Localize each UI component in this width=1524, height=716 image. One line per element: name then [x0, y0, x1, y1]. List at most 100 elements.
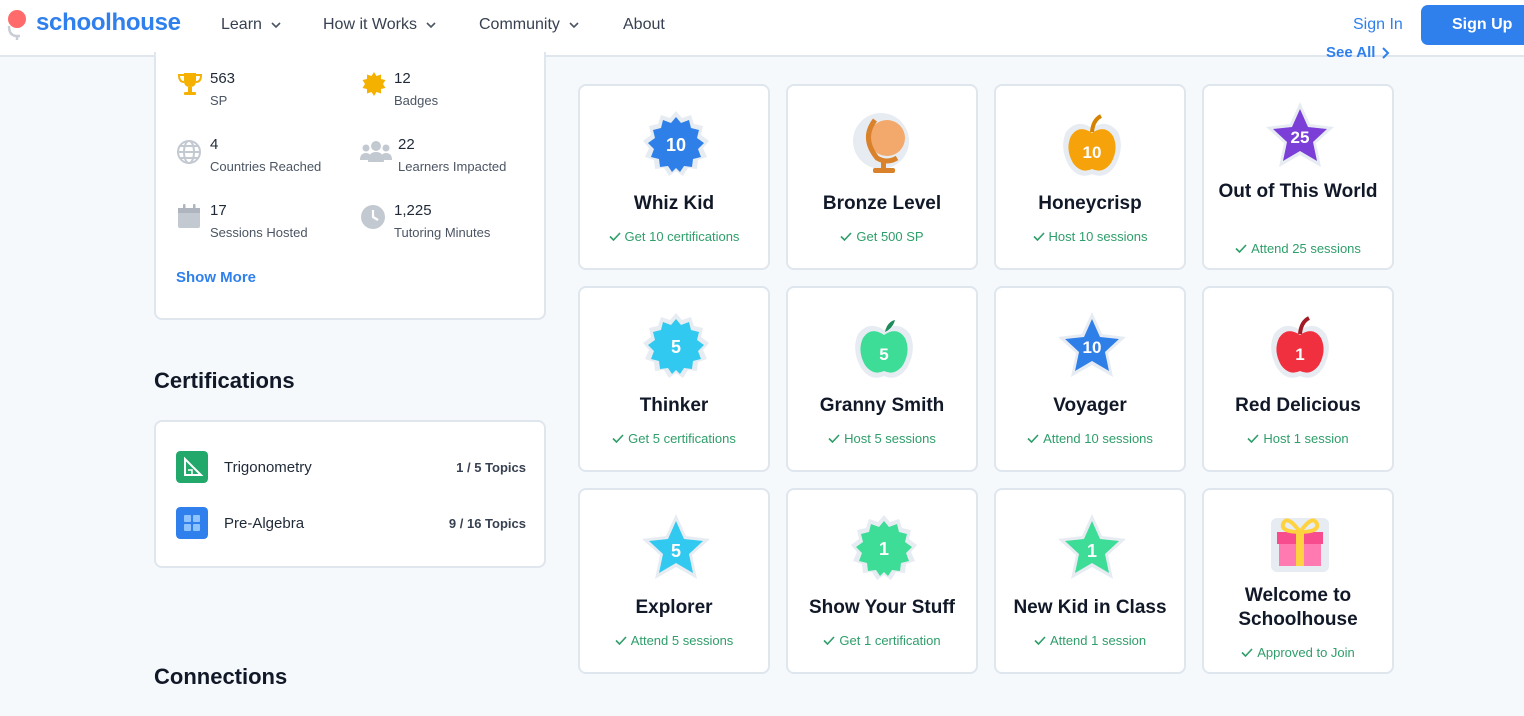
badge-requirement: Host 5 sessions: [788, 431, 976, 446]
badge-number: 1: [879, 539, 889, 559]
badge-requirement-text: Approved to Join: [1257, 645, 1355, 660]
chevron-down-icon: [569, 22, 579, 29]
badge-red-delicious[interactable]: 1 Red Delicious Host 1 session: [1202, 286, 1394, 472]
people-icon: [360, 141, 392, 162]
badge-requirement-text: Get 5 certifications: [628, 431, 736, 446]
show-more-link[interactable]: Show More: [176, 269, 256, 286]
badge-requirement: Host 10 sessions: [996, 229, 1184, 244]
sessions-label: Sessions Hosted: [210, 225, 308, 240]
sp-value: 563: [210, 70, 236, 87]
cert-name: Trigonometry: [224, 458, 312, 476]
check-icon: [1247, 434, 1259, 443]
badge-new-kid-in-class[interactable]: 1 New Kid in Class Attend 1 session: [994, 488, 1186, 674]
badge-name: New Kid in Class: [1013, 597, 1167, 618]
purple-star-icon: 25: [1266, 102, 1334, 167]
badge-number: 5: [671, 541, 681, 561]
badge-number: 10: [1083, 338, 1102, 357]
check-icon: [823, 636, 836, 645]
sign-in-link[interactable]: Sign In: [1353, 16, 1403, 34]
badge-requirement: Attend 1 session: [996, 633, 1184, 648]
badge-name: Voyager: [1053, 395, 1127, 416]
badge-requirement-text: Get 1 certification: [839, 633, 941, 648]
minutes-label: Tutoring Minutes: [394, 225, 491, 240]
brand-logo[interactable]: schoolhouse: [6, 6, 181, 40]
nav-learn[interactable]: Learn: [221, 16, 282, 34]
gift-icon: [1271, 518, 1329, 572]
sign-up-button[interactable]: Sign Up: [1421, 5, 1524, 45]
badge-requirement-text: Host 10 sessions: [1048, 229, 1148, 244]
nav-how-it-works[interactable]: How it Works: [323, 16, 437, 34]
certifications-card: Trigonometry 1 / 5 Topics Pre-Algebra 9 …: [154, 420, 546, 568]
badge-out-of-this-world[interactable]: 25 Out of This World Attend 25 sessions: [1202, 84, 1394, 270]
cert-row-trigonometry[interactable]: Trigonometry 1 / 5 Topics: [176, 450, 526, 484]
badge-number: 10: [666, 135, 686, 155]
blue-seal-icon: 10: [643, 111, 709, 176]
check-icon: [1241, 648, 1253, 657]
green-star-icon: 1: [1058, 514, 1126, 579]
badge-requirement: Get 1 certification: [788, 633, 976, 648]
cert-topics: 1 / 5 Topics: [456, 459, 526, 475]
badge-number: 5: [671, 337, 681, 357]
check-icon: [1034, 636, 1046, 645]
chevron-down-icon: [271, 22, 281, 29]
badge-thinker[interactable]: 5 Thinker Get 5 certifications: [578, 286, 770, 472]
badge-requirement-text: Host 1 session: [1263, 431, 1349, 446]
cert-row-pre-algebra[interactable]: Pre-Algebra 9 / 16 Topics: [176, 506, 526, 540]
sp-label: SP: [210, 93, 228, 108]
stat-sessions: 17 Sessions Hosted: [176, 202, 308, 240]
triangle-ruler-icon: [176, 451, 208, 483]
minutes-value: 1,225: [394, 202, 432, 219]
learners-value: 22: [398, 136, 415, 153]
certifications-heading: Certifications: [154, 368, 295, 393]
badge-requirement: Attend 10 sessions: [996, 431, 1184, 446]
nav-about[interactable]: About: [623, 16, 665, 34]
badge-name: Explorer: [635, 597, 713, 618]
badge-sun-icon: [362, 72, 386, 96]
red-apple-icon: 1: [1271, 316, 1329, 378]
badges-label: Badges: [394, 93, 439, 108]
badge-number: 10: [1083, 143, 1102, 162]
calendar-icon: [178, 204, 200, 228]
green-apple-icon: 5: [855, 320, 913, 378]
nav-about-label: About: [623, 16, 665, 33]
badge-requirement-text: Get 500 SP: [856, 229, 924, 244]
badge-name: Red Delicious: [1235, 395, 1361, 416]
badge-show-your-stuff[interactable]: 1 Show Your Stuff Get 1 certification: [786, 488, 978, 674]
badge-whiz-kid[interactable]: 10 Whiz Kid Get 10 certifications: [578, 84, 770, 270]
badge-name: Show Your Stuff: [808, 597, 955, 618]
badge-requirement: Get 10 certifications: [580, 229, 768, 244]
badge-requirement-text: Attend 10 sessions: [1043, 431, 1153, 446]
green-seal-icon: 1: [851, 515, 917, 580]
nav-community[interactable]: Community: [479, 16, 580, 34]
check-icon: [1027, 434, 1039, 443]
learners-label: Learners Impacted: [398, 159, 507, 174]
badge-requirement-text: Attend 25 sessions: [1251, 241, 1361, 256]
top-nav: schoolhouse Learn How it Works Community…: [0, 0, 1524, 57]
nav-learn-label: Learn: [221, 16, 262, 33]
badge-name: Honeycrisp: [1038, 193, 1142, 214]
badge-welcome-to-schoolhouse[interactable]: Welcome to Schoolhouse Approved to Join: [1202, 488, 1394, 674]
badge-name: Granny Smith: [819, 395, 945, 416]
see-all-link[interactable]: See All: [1326, 44, 1391, 61]
badge-requirement: Get 500 SP: [788, 229, 976, 244]
badge-requirement: Attend 25 sessions: [1204, 241, 1392, 256]
check-icon: [608, 232, 621, 241]
badge-voyager[interactable]: 10 Voyager Attend 10 sessions: [994, 286, 1186, 472]
nav-how-it-works-label: How it Works: [323, 16, 417, 33]
badge-requirement-text: Attend 1 session: [1049, 633, 1147, 648]
stat-countries: 4 Countries Reached: [176, 136, 321, 174]
calculator-grid-icon: [176, 507, 208, 539]
badge-requirement-text: Get 10 certifications: [624, 229, 740, 244]
badge-requirement: Get 5 certifications: [580, 431, 768, 446]
badges-value: 12: [394, 70, 411, 87]
badge-requirement: Approved to Join: [1204, 645, 1392, 660]
sessions-value: 17: [210, 202, 227, 219]
badge-granny-smith[interactable]: 5 Granny Smith Host 5 sessions: [786, 286, 978, 472]
badge-bronze-level[interactable]: Bronze Level Get 500 SP: [786, 84, 978, 270]
badge-honeycrisp[interactable]: 10 Honeycrisp Host 10 sessions: [994, 84, 1186, 270]
badge-number: 1: [1295, 345, 1304, 364]
check-icon: [1032, 232, 1045, 241]
badge-explorer[interactable]: 5 Explorer Attend 5 sessions: [578, 488, 770, 674]
stats-card: 563 SP 12 Badges 4 Countries Reached 22 Lear…: [154, 52, 546, 320]
stat-badges: 12 Badges: [360, 70, 438, 108]
